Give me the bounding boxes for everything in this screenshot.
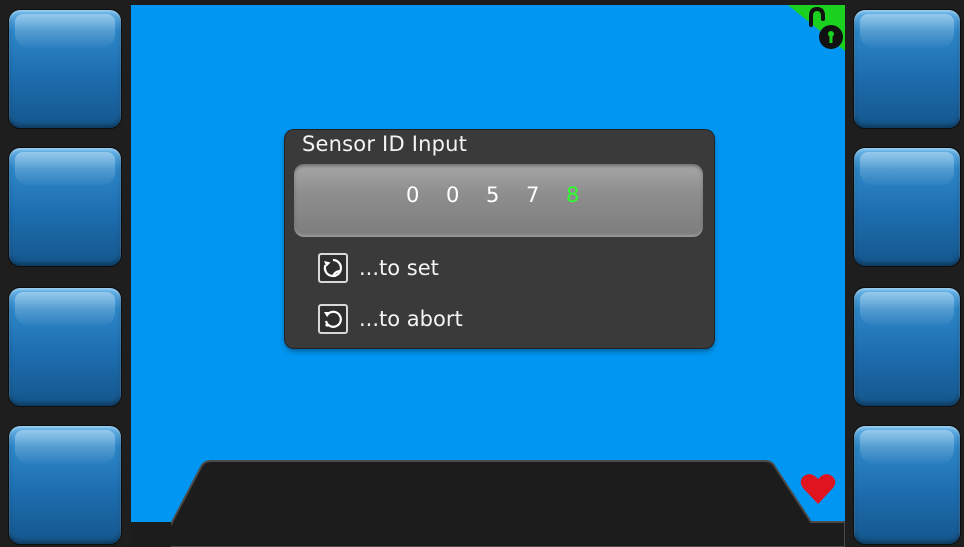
right-softkey-column (845, 0, 964, 547)
right-softkey-2[interactable] (854, 148, 960, 266)
left-softkey-column (0, 0, 131, 547)
rotary-confirm-icon (318, 253, 348, 283)
lock-badge (788, 5, 845, 51)
right-softkey-1[interactable] (854, 10, 960, 128)
left-softkey-3[interactable] (9, 288, 121, 406)
sensor-id-field[interactable]: 0 0 5 7 8 (294, 164, 703, 237)
digit-4[interactable]: 7 (526, 183, 539, 207)
set-hint-row: ...to set (318, 251, 439, 285)
sensor-id-dialog: Sensor ID Input 0 0 5 7 8 ...to set ...t… (285, 130, 714, 348)
abort-hint-row: ...to abort (318, 302, 463, 336)
left-softkey-4[interactable] (9, 426, 121, 544)
left-softkey-1[interactable] (9, 10, 121, 128)
abort-hint-label: ...to abort (359, 307, 463, 331)
digit-3[interactable]: 5 (486, 183, 499, 207)
set-hint-label: ...to set (359, 256, 439, 280)
dialog-title: Sensor ID Input (302, 132, 468, 156)
digit-5-active[interactable]: 8 (566, 183, 579, 207)
right-softkey-4[interactable] (854, 426, 960, 544)
digit-1[interactable]: 0 (406, 183, 419, 207)
heart-icon (800, 474, 836, 504)
digit-2[interactable]: 0 (446, 183, 459, 207)
rotary-back-icon (318, 304, 348, 334)
right-softkey-3[interactable] (854, 288, 960, 406)
left-softkey-2[interactable] (9, 148, 121, 266)
